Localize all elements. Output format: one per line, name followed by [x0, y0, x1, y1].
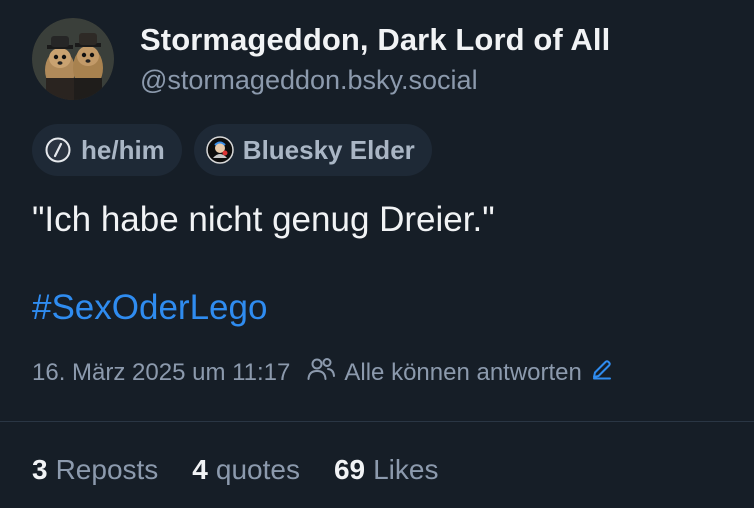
post-text: "Ich habe nicht genug Dreier."	[32, 200, 495, 239]
likes-count: 69	[333, 454, 366, 485]
label-pronouns-text: he/him	[81, 134, 165, 165]
reposts-stat[interactable]: 3 Reposts	[32, 452, 158, 488]
likes-label: Likes	[373, 454, 439, 485]
profile-labels: he/him Bluesky Elder	[32, 124, 722, 176]
people-icon	[306, 356, 336, 390]
post-thread-view: Stormageddon, Dark Lord of All @stormage…	[0, 0, 754, 508]
divider	[0, 421, 754, 422]
hashtag-link[interactable]: #SexOderLego	[32, 286, 722, 330]
post-meta: 16. März 2025 um 11:17 Alle können antwo…	[32, 356, 722, 390]
author-names: Stormageddon, Dark Lord of All @stormage…	[140, 20, 610, 98]
pronoun-badge-icon	[44, 136, 72, 164]
pencil-icon[interactable]	[590, 357, 614, 389]
avatar[interactable]	[32, 18, 114, 100]
label-bluesky-elder-text: Bluesky Elder	[242, 134, 415, 165]
post-timestamp[interactable]: 16. März 2025 um 11:17	[32, 358, 290, 388]
reply-settings-label: Alle können antworten	[344, 359, 582, 386]
label-bluesky-elder[interactable]: Bluesky Elder	[193, 124, 432, 176]
quotes-label: quotes	[215, 454, 300, 485]
quotes-count: 4	[192, 454, 208, 485]
post-header: Stormageddon, Dark Lord of All @stormage…	[32, 18, 722, 100]
author-display-name[interactable]: Stormageddon, Dark Lord of All	[140, 20, 610, 60]
reposts-count: 3	[32, 454, 48, 485]
quotes-stat[interactable]: 4 quotes	[192, 452, 300, 488]
likes-stat[interactable]: 69 Likes	[334, 452, 439, 488]
reply-settings[interactable]: Alle können antworten	[306, 356, 614, 390]
bluesky-elder-badge-icon	[206, 136, 234, 164]
label-pronouns[interactable]: he/him	[32, 124, 182, 176]
post-stats: 3 Reposts 4 quotes 69 Likes	[32, 452, 438, 488]
author-handle[interactable]: @stormageddon.bsky.social	[140, 62, 610, 98]
reposts-label: Reposts	[55, 454, 159, 485]
